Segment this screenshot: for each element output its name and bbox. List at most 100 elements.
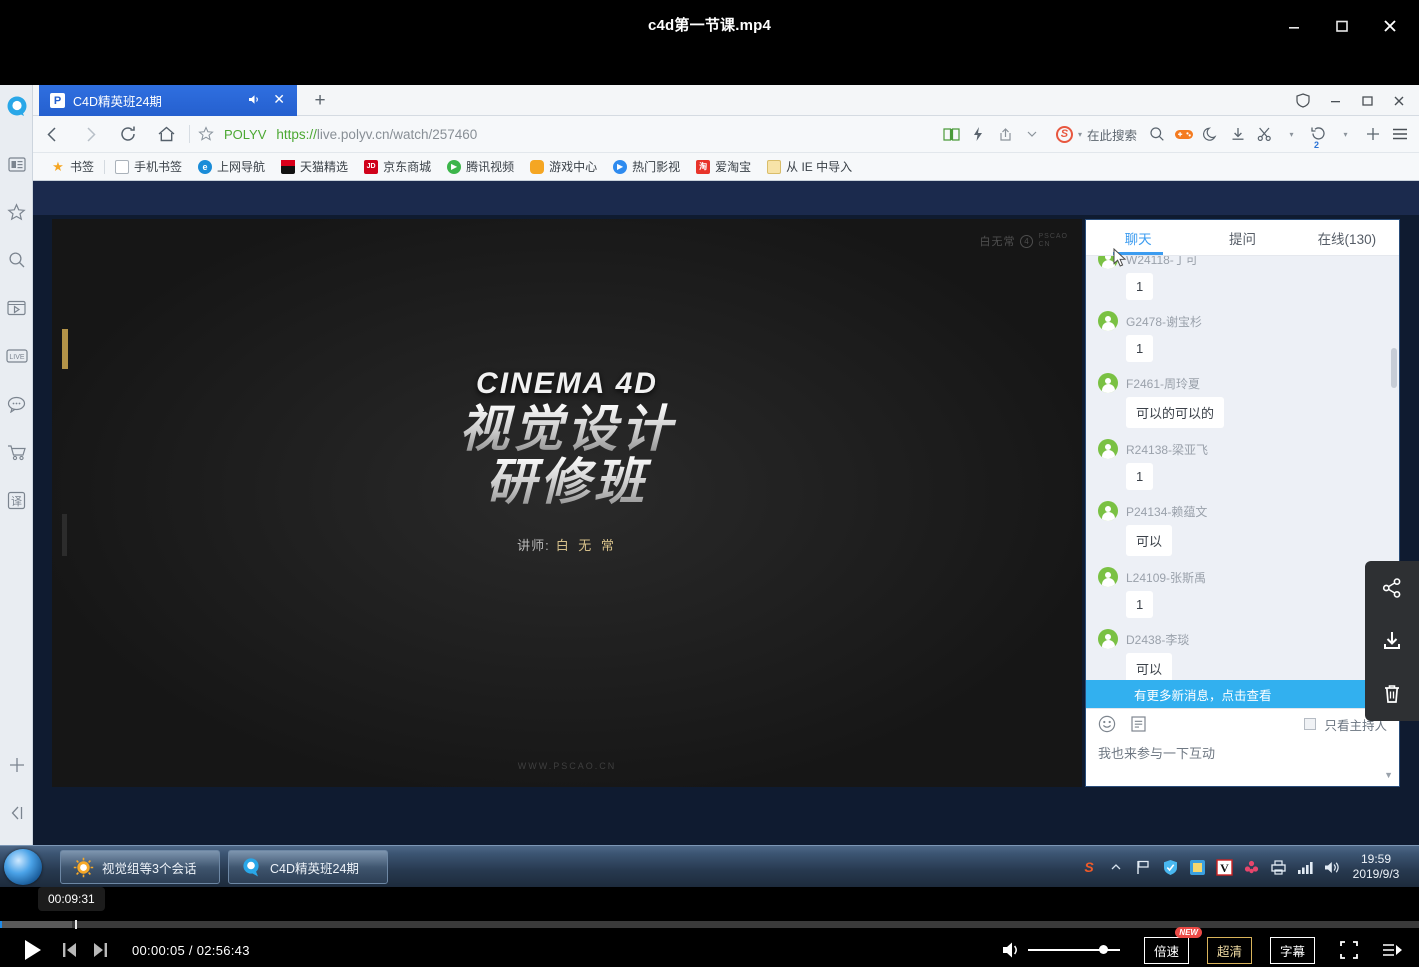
bookmark-label: 游戏中心 (549, 158, 597, 175)
reload-button[interactable] (109, 116, 147, 153)
sogou-input-icon[interactable]: S (1080, 858, 1098, 876)
bookmark-item[interactable]: ▶ 腾讯视频 (439, 153, 522, 181)
tab-close-icon[interactable]: ✕ (273, 92, 285, 106)
fullscreen-icon[interactable] (1339, 940, 1359, 960)
minimize-button[interactable] (1273, 8, 1315, 44)
taskbar-item-browser[interactable]: C4D精英班24期 (228, 850, 388, 884)
start-button[interactable] (4, 849, 42, 885)
download-icon[interactable] (1375, 624, 1409, 658)
volume-icon[interactable] (1000, 939, 1024, 961)
flower-icon[interactable] (1242, 858, 1260, 876)
volume-slider[interactable] (1028, 949, 1120, 951)
cart-icon[interactable] (0, 428, 33, 476)
previous-frame-icon[interactable] (60, 941, 80, 959)
bookmark-item[interactable]: 手机书签 (107, 153, 190, 181)
address-bar[interactable]: POLYV https://live.polyv.cn/watch/257460 (194, 116, 938, 153)
search-engine-caret-icon[interactable]: ▾ (1078, 130, 1082, 139)
v-icon[interactable]: V (1215, 858, 1233, 876)
speed-button[interactable]: 倍速 NEW (1144, 937, 1189, 964)
bookmark-item[interactable]: 淘 爱淘宝 (688, 153, 759, 181)
quality-button[interactable]: 超清 (1207, 937, 1252, 964)
browser-close-button[interactable] (1383, 85, 1415, 116)
progress-bar[interactable] (0, 921, 1419, 928)
volume-icon[interactable] (1323, 858, 1341, 876)
bookmark-item[interactable]: ▶ 热门影视 (605, 153, 688, 181)
printer-icon[interactable] (1269, 858, 1287, 876)
search-icon[interactable] (1143, 116, 1170, 153)
browser-restore-button[interactable] (1351, 85, 1383, 116)
chat-scrollbar[interactable] (1391, 348, 1397, 388)
scissors-icon[interactable] (1251, 116, 1278, 153)
widescreen-icon[interactable] (1381, 940, 1403, 960)
video-icon[interactable] (0, 284, 33, 332)
scissors-caret-icon[interactable]: ▾ (1278, 116, 1305, 153)
show-hidden-icons-arrow-icon[interactable] (1107, 858, 1125, 876)
close-button[interactable] (1369, 8, 1411, 44)
app-icon[interactable] (1188, 858, 1206, 876)
bookmark-item[interactable]: 游戏中心 (522, 153, 605, 181)
new-tab-button[interactable]: + (308, 90, 332, 112)
tab-chat[interactable]: 聊天 (1086, 220, 1190, 255)
tab-questions[interactable]: 提问 (1190, 220, 1294, 255)
trash-icon[interactable] (1375, 677, 1409, 711)
network-icon[interactable] (1296, 858, 1314, 876)
browser-search-box[interactable]: S ▾ 在此搜索 (1056, 125, 1137, 144)
collapse-icon[interactable] (0, 789, 33, 837)
video-stage[interactable]: 白无常 4 PSCAO CN CINEMA 4D 视觉设计 研修班 讲师:白 无… (52, 219, 1082, 787)
browser-tab-active[interactable]: P C4D精英班24期 ✕ (39, 85, 297, 116)
tab-online[interactable]: 在线(130) (1295, 220, 1399, 255)
next-frame-icon[interactable] (90, 941, 110, 959)
add-icon[interactable] (1359, 116, 1386, 153)
menu-icon[interactable] (1386, 116, 1413, 153)
home-button[interactable] (147, 116, 185, 153)
watermark-site-line1: PSCAO (1038, 233, 1068, 240)
volume-slider-handle[interactable] (1099, 945, 1108, 954)
shield-icon[interactable] (1161, 858, 1179, 876)
chat-input[interactable]: 我也来参与一下互动 (1086, 739, 1399, 766)
bookmark-item[interactable]: e 上网导航 (190, 153, 273, 181)
media-player-window: c4d第一节课.mp4 (0, 0, 1419, 967)
host-only-checkbox[interactable] (1304, 718, 1316, 730)
bookmark-star-icon[interactable] (198, 126, 214, 142)
chat-message-list[interactable]: W24118-丁可 1 G2478-谢宝杉 1 (1086, 256, 1399, 708)
download-icon[interactable] (1224, 116, 1251, 153)
bookmark-item[interactable]: 天猫精选 (273, 153, 356, 181)
translate-icon[interactable]: 译 (0, 476, 33, 524)
lightning-icon[interactable] (965, 116, 992, 153)
browser-minimize-button[interactable] (1319, 85, 1351, 116)
share-icon[interactable] (992, 116, 1019, 153)
chat-scroll-down-icon[interactable]: ▼ (1384, 770, 1393, 780)
bookmark-item[interactable]: 从 IE 中导入 (759, 153, 860, 181)
tab-mute-icon[interactable] (248, 93, 261, 111)
bookmark-item[interactable]: JD 京东商城 (356, 153, 439, 181)
emoji-icon[interactable] (1098, 715, 1116, 733)
add-icon[interactable] (0, 741, 33, 789)
taskbar-clock[interactable]: 19:59 2019/9/3 (1347, 852, 1405, 882)
subtitle-button[interactable]: 字幕 (1270, 937, 1315, 964)
chat-new-messages-banner[interactable]: 有更多新消息，点击查看 (1086, 680, 1399, 708)
search-placeholder: 在此搜索 (1087, 125, 1137, 144)
notice-icon[interactable] (1130, 715, 1147, 733)
maximize-button[interactable] (1321, 8, 1363, 44)
book-icon[interactable] (938, 116, 965, 153)
back-button[interactable] (33, 116, 71, 153)
chevron-down-icon[interactable] (1019, 116, 1046, 153)
live-icon[interactable]: LIVE (0, 332, 33, 380)
favorites-star-icon[interactable] (0, 188, 33, 236)
chat-bubble-icon[interactable] (0, 380, 33, 428)
share-icon[interactable] (1375, 571, 1409, 605)
forward-button[interactable] (71, 116, 109, 153)
flag-icon[interactable] (1134, 858, 1152, 876)
history-icon[interactable]: 2 (1305, 116, 1332, 153)
news-icon[interactable] (0, 140, 33, 188)
browser-shield-icon[interactable] (1287, 85, 1319, 116)
history-caret-icon[interactable]: ▾ (1332, 116, 1359, 153)
search-icon[interactable] (0, 236, 33, 284)
moon-icon[interactable] (1197, 116, 1224, 153)
taskbar-item-qq[interactable]: 视觉组等3个会话 (60, 850, 220, 884)
windows-taskbar: 视觉组等3个会话 C4D精英班24期 S V (0, 845, 1419, 887)
bookmark-item[interactable]: ★ 书签 (43, 153, 102, 181)
progress-handle[interactable] (75, 920, 77, 929)
play-icon[interactable] (22, 939, 44, 961)
game-icon[interactable] (1170, 116, 1197, 153)
